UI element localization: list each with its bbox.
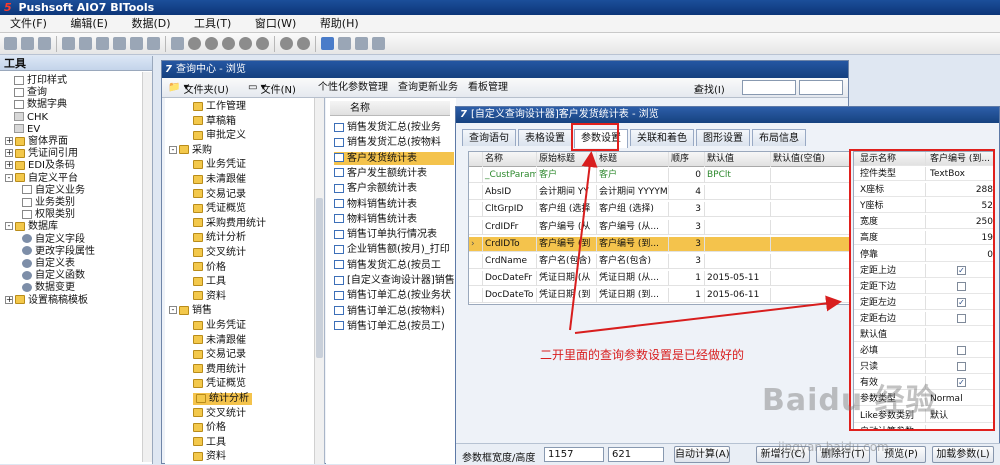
annotation-text: 二开里面的查询参数设置是已经做好的 <box>540 348 745 362</box>
baidu-watermark-url: jingyan.baidu.com <box>778 440 889 454</box>
baidu-watermark: Baidu 经验 <box>762 383 937 418</box>
